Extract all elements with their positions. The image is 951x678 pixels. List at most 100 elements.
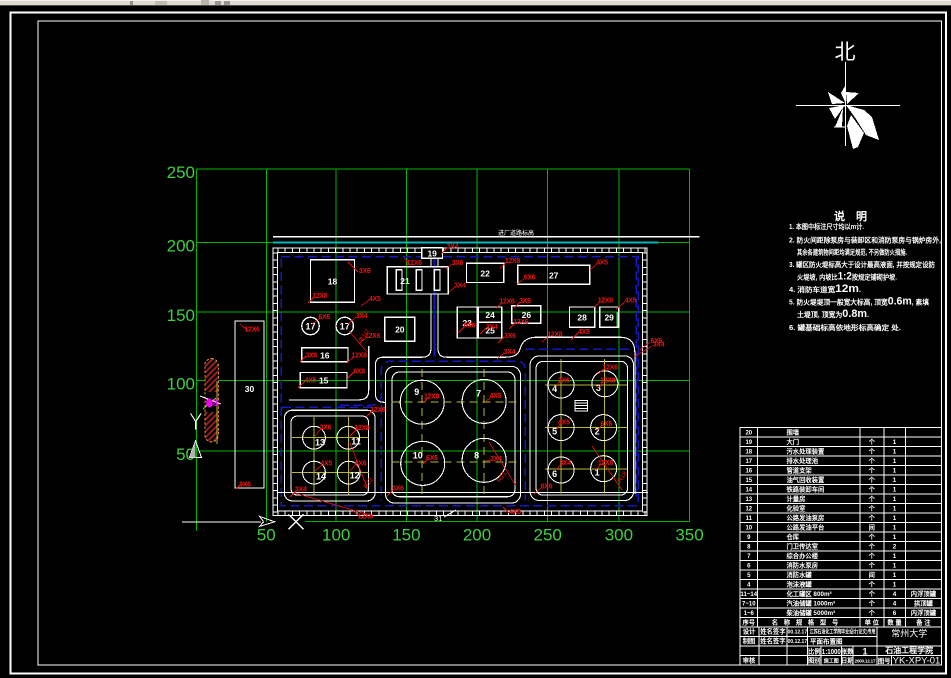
svg-text:12: 12: [745, 507, 752, 513]
svg-text:300: 300: [605, 526, 633, 545]
svg-text:说 明: 说 明: [834, 209, 867, 223]
svg-text:间: 间: [869, 570, 875, 579]
svg-text:1: 1: [893, 468, 897, 475]
svg-text:江苏石油化工学院毕业设计(论文)专用: 江苏石油化工学院毕业设计(论文)专用: [810, 628, 876, 636]
svg-text:12X8: 12X8: [354, 425, 370, 432]
svg-text:17: 17: [305, 322, 315, 332]
svg-text:350: 350: [675, 526, 703, 545]
svg-text:5: 5: [552, 427, 557, 437]
svg-text:序号: 序号: [743, 618, 756, 627]
svg-text:化工罐区 800m³: 化工罐区 800m³: [787, 589, 832, 598]
svg-text:3X4: 3X4: [486, 324, 498, 331]
svg-text:14: 14: [316, 472, 326, 482]
svg-text:10: 10: [413, 450, 423, 460]
svg-text:柴油储罐 5000m³: 柴油储罐 5000m³: [787, 608, 836, 617]
svg-text:3X4: 3X4: [454, 283, 466, 290]
svg-text:消防水罐: 消防水罐: [787, 570, 813, 579]
svg-text:1: 1: [893, 563, 897, 570]
svg-text:门卫传达室: 门卫传达室: [787, 542, 819, 551]
svg-text:3X6: 3X6: [519, 298, 531, 305]
svg-text:名 称 规 格 型 号: 名 称 规 格 型 号: [772, 618, 841, 627]
svg-text:250: 250: [167, 163, 195, 182]
svg-text:4: 4: [893, 601, 897, 608]
svg-text:2000.12.17: 2000.12.17: [855, 659, 876, 664]
svg-text:个: 个: [868, 533, 876, 541]
svg-text:个: 个: [868, 590, 876, 598]
svg-text:铁路装卸车间: 铁路装卸车间: [786, 485, 825, 494]
svg-text:27: 27: [549, 270, 559, 280]
svg-text:6X6: 6X6: [541, 483, 553, 490]
svg-text:4X5: 4X5: [578, 329, 590, 336]
svg-text:3X6: 3X6: [504, 333, 516, 340]
svg-text:平面布置图: 平面布置图: [810, 637, 843, 646]
svg-text:3X4: 3X4: [504, 349, 516, 356]
svg-text:拱顶罐: 拱顶罐: [914, 599, 934, 608]
svg-text:13: 13: [315, 438, 325, 448]
svg-text:1: 1: [893, 487, 897, 494]
svg-text:个: 个: [868, 600, 876, 608]
svg-text:排水处理池: 排水处理池: [787, 456, 819, 465]
svg-text:12X8: 12X8: [505, 258, 521, 265]
svg-text:个: 个: [868, 476, 876, 484]
svg-text:11: 11: [351, 437, 361, 447]
svg-text:11: 11: [746, 516, 753, 522]
svg-text:6X6: 6X6: [426, 455, 438, 462]
svg-text:个: 个: [868, 543, 876, 551]
svg-text:6X6: 6X6: [524, 275, 536, 282]
svg-text:4X5: 4X5: [558, 420, 570, 427]
svg-text:2: 2: [893, 544, 897, 551]
svg-text:3X6: 3X6: [558, 377, 570, 384]
svg-text:18: 18: [328, 277, 338, 287]
svg-text:内浮顶罐: 内浮顶罐: [911, 589, 937, 598]
svg-text:3X4: 3X4: [295, 487, 307, 494]
svg-text:管道支架: 管道支架: [787, 466, 813, 475]
svg-text:14: 14: [745, 488, 752, 494]
svg-text:2. 防火间距除泵房与装卸区和消防泵房与锅炉房外,: 2. 防火间距除泵房与装卸区和消防泵房与锅炉房外,: [789, 236, 941, 245]
svg-text:250: 250: [534, 526, 562, 545]
svg-text:数 量: 数 量: [887, 618, 902, 627]
svg-text:6. 罐基础标高依地形标高确定 处.: 6. 罐基础标高依地形标高确定 处.: [789, 323, 901, 332]
svg-text:1: 1: [893, 449, 897, 456]
svg-text:12X8: 12X8: [312, 293, 328, 300]
svg-text:3X4: 3X4: [559, 460, 571, 467]
svg-text:3X4: 3X4: [490, 456, 502, 463]
svg-text:20: 20: [745, 431, 752, 437]
svg-text:个: 个: [868, 562, 876, 570]
svg-text:3X4: 3X4: [447, 243, 459, 250]
svg-text:汽油储罐 1000m³: 汽油储罐 1000m³: [787, 599, 836, 608]
svg-text:个: 个: [868, 514, 876, 522]
svg-text:12X6: 12X6: [513, 319, 529, 326]
svg-text:个: 个: [868, 505, 876, 513]
svg-text:3X6: 3X6: [305, 352, 317, 359]
svg-text:进厂道路标高: 进厂道路标高: [498, 229, 534, 237]
svg-text:200: 200: [463, 526, 491, 545]
svg-text:1:1000: 1:1000: [822, 649, 841, 656]
svg-text:姓名签字: 姓名签字: [760, 627, 785, 636]
svg-text:YK-XPY-01: YK-XPY-01: [893, 656, 941, 667]
svg-text:16: 16: [745, 469, 752, 475]
svg-text:4X5: 4X5: [509, 509, 521, 516]
svg-text:3X6: 3X6: [359, 268, 371, 275]
svg-text:1: 1: [893, 525, 897, 532]
svg-text:4X5: 4X5: [369, 296, 381, 303]
svg-text:12X8: 12X8: [598, 297, 614, 304]
svg-text:张数: 张数: [841, 647, 854, 656]
svg-text:4: 4: [893, 591, 897, 598]
svg-text:12X6: 12X6: [603, 364, 619, 371]
svg-text:200: 200: [167, 237, 195, 256]
svg-text:12X8: 12X8: [352, 353, 368, 360]
svg-text:7: 7: [476, 388, 481, 398]
svg-text:日期: 日期: [841, 656, 854, 665]
svg-text:11~14: 11~14: [741, 592, 758, 598]
svg-text:1~6: 1~6: [744, 611, 755, 617]
svg-text:制图: 制图: [743, 636, 756, 645]
svg-text:3X4: 3X4: [356, 313, 368, 320]
svg-text:6X6: 6X6: [318, 314, 330, 321]
svg-text:6: 6: [893, 610, 897, 617]
svg-text:个: 个: [868, 609, 876, 617]
svg-text:3. 罐区防火堤标高大于设计最高液面, 并按规定设防: 3. 罐区防火堤标高大于设计最高液面, 并按规定设防: [789, 260, 935, 269]
svg-text:10: 10: [745, 526, 752, 532]
svg-text:12X8: 12X8: [547, 332, 563, 339]
svg-text:30: 30: [245, 384, 255, 394]
svg-text:3X4: 3X4: [653, 342, 665, 349]
